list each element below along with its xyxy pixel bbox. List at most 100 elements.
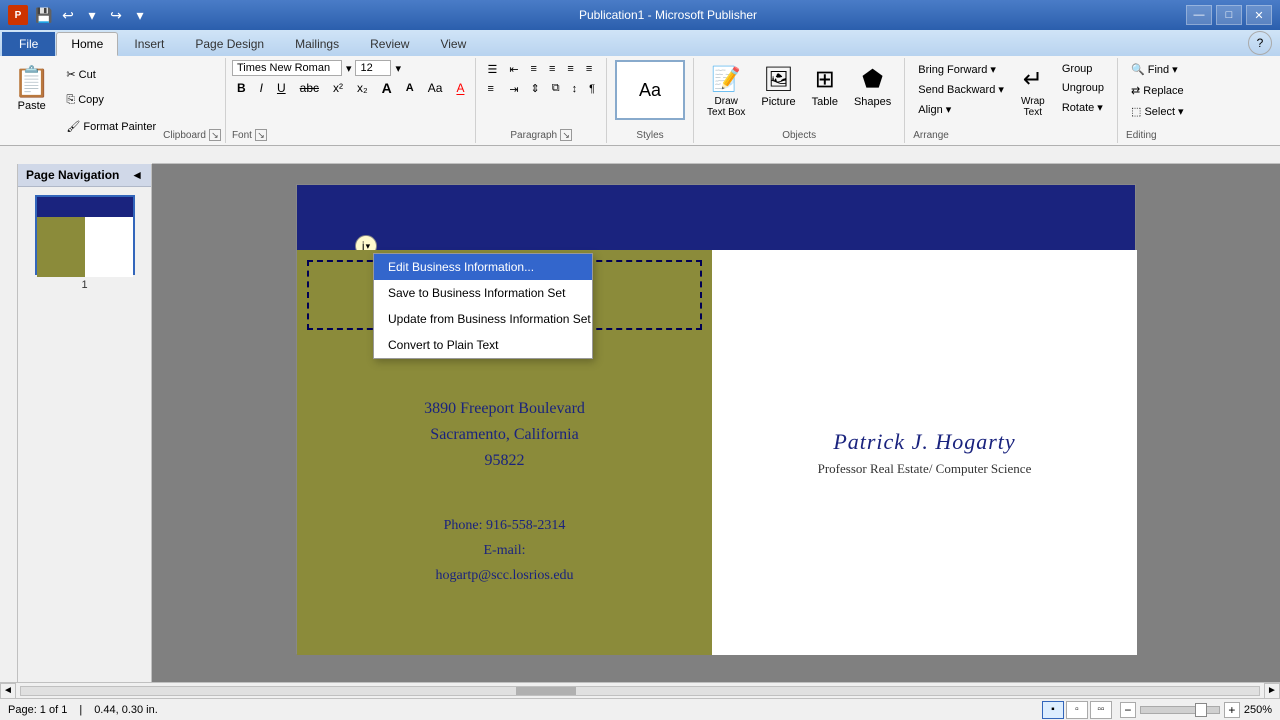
paragraph-expander[interactable]: ↘ bbox=[560, 129, 572, 141]
picture-button[interactable]: 🖼 Picture bbox=[754, 60, 802, 113]
bullet-list-button[interactable]: ☰ bbox=[482, 60, 502, 79]
master-view-button[interactable]: ▫ bbox=[1066, 701, 1088, 719]
close-button[interactable]: ✕ bbox=[1246, 5, 1272, 25]
tab-insert[interactable]: Insert bbox=[119, 32, 179, 56]
shrink-font-button[interactable]: A bbox=[401, 80, 419, 96]
restore-button[interactable]: □ bbox=[1216, 5, 1242, 25]
ribbon: 📋 Paste ✂ Cut ⎘ Copy 🖌 Format Painter Cl… bbox=[0, 56, 1280, 146]
window-controls: — □ ✕ bbox=[1186, 5, 1272, 25]
increase-indent-button[interactable]: ⇥ bbox=[504, 80, 523, 99]
zoom-thumb[interactable] bbox=[1195, 703, 1207, 717]
scroll-right-button[interactable]: ► bbox=[1264, 683, 1280, 699]
save-business-info-item[interactable]: Save to Business Information Set bbox=[374, 280, 592, 306]
title-bar: P 💾 ↩ ▾ ↪ ▾ Publication1 - Microsoft Pub… bbox=[0, 0, 1280, 30]
tab-mailings[interactable]: Mailings bbox=[280, 32, 354, 56]
undo-button[interactable]: ↩ bbox=[58, 5, 78, 25]
styles-button[interactable]: Aa bbox=[615, 60, 685, 120]
wrap-text-button[interactable]: ↵ WrapText bbox=[1013, 60, 1053, 123]
line-spacing-button[interactable]: ↕ bbox=[567, 79, 583, 98]
strikethrough-button[interactable]: abc bbox=[295, 79, 324, 97]
save-button[interactable]: 💾 bbox=[34, 5, 54, 25]
shapes-button[interactable]: ⬟ Shapes bbox=[847, 60, 898, 113]
redo-button[interactable]: ↪ bbox=[106, 5, 126, 25]
align-left-button[interactable]: ≡ bbox=[526, 60, 542, 78]
zoom-out-button[interactable]: − bbox=[1120, 702, 1136, 718]
group-button[interactable]: Group bbox=[1057, 60, 1109, 78]
scroll-left-button[interactable]: ◄ bbox=[0, 683, 16, 699]
page-right-section: Patrick J. Hogarty Professor Real Estate… bbox=[712, 250, 1137, 655]
replace-button[interactable]: ⇄ Replace bbox=[1126, 81, 1189, 100]
zoom-in-button[interactable]: + bbox=[1224, 702, 1240, 718]
tab-view[interactable]: View bbox=[425, 32, 481, 56]
replace-icon: ⇄ bbox=[1131, 84, 1140, 97]
clipboard-sub: ✂ Cut ⎘ Copy 🖌 Format Painter bbox=[59, 60, 163, 141]
column-button[interactable]: ⧉ bbox=[547, 79, 565, 98]
justify-button[interactable]: ≡ bbox=[581, 60, 597, 78]
vertical-ruler bbox=[0, 164, 18, 682]
tab-review[interactable]: Review bbox=[355, 32, 424, 56]
table-button[interactable]: ⊞ Table bbox=[805, 60, 845, 113]
send-backward-button[interactable]: Send Backward ▾ bbox=[913, 80, 1009, 99]
tab-file[interactable]: File bbox=[2, 32, 55, 56]
font-name-dropdown[interactable]: ▾ bbox=[346, 62, 352, 75]
align-right-button[interactable]: ≡ bbox=[562, 60, 578, 78]
zoom-control: − + 250% bbox=[1120, 702, 1272, 718]
scroll-thumb[interactable] bbox=[516, 687, 576, 695]
select-button[interactable]: ⬚ Select ▾ bbox=[1126, 102, 1189, 121]
tab-page-design[interactable]: Page Design bbox=[180, 32, 279, 56]
bold-button[interactable]: B bbox=[232, 79, 251, 97]
format-painter-button[interactable]: 🖌 Format Painter bbox=[61, 117, 161, 136]
font-name-input[interactable] bbox=[232, 60, 342, 76]
paste-icon: 📋 bbox=[13, 65, 50, 100]
font-size-input[interactable] bbox=[355, 60, 391, 76]
show-hide-button[interactable]: ¶ bbox=[584, 79, 600, 98]
contact-block: Phone: 916-558-2314 E-mail: hogartp@scc.… bbox=[435, 513, 573, 589]
two-page-view-button[interactable]: ▫▫ bbox=[1090, 701, 1112, 719]
underline-button[interactable]: U bbox=[272, 79, 291, 97]
font-expander[interactable]: ↘ bbox=[255, 129, 267, 141]
help-button[interactable]: ? bbox=[1248, 31, 1272, 55]
superscript-button[interactable]: x² bbox=[328, 79, 348, 97]
cut-button[interactable]: ✂ Cut bbox=[61, 65, 161, 84]
edit-business-info-item[interactable]: Edit Business Information... bbox=[374, 254, 592, 280]
change-case-button[interactable]: Aa bbox=[423, 79, 448, 97]
align-button[interactable]: Align ▾ bbox=[913, 100, 1009, 119]
numbered-list-button[interactable]: ≡ bbox=[482, 80, 502, 98]
objects-group-label: Objects bbox=[782, 128, 816, 141]
update-business-info-item[interactable]: Update from Business Information Set bbox=[374, 306, 592, 332]
draw-text-box-button[interactable]: 📝 DrawText Box bbox=[700, 60, 752, 123]
decrease-indent-button[interactable]: ⇤ bbox=[504, 60, 523, 79]
zoom-slider[interactable] bbox=[1140, 706, 1220, 714]
position-info: 0.44, 0.30 in. bbox=[94, 704, 158, 716]
status-bar: Page: 1 of 1 | 0.44, 0.30 in. ▪ ▫ ▫▫ − +… bbox=[0, 698, 1280, 720]
rotate-button[interactable]: Rotate ▾ bbox=[1057, 98, 1109, 117]
font-color-button[interactable]: A bbox=[451, 79, 469, 97]
page-thumbnail[interactable] bbox=[35, 195, 135, 275]
subscript-button[interactable]: x₂ bbox=[352, 79, 373, 97]
clipboard-expander[interactable]: ↘ bbox=[209, 129, 221, 141]
scroll-track[interactable] bbox=[20, 686, 1260, 696]
quick-access-dropdown[interactable]: ▾ bbox=[130, 5, 150, 25]
sidebar-collapse-button[interactable]: ◄ bbox=[131, 168, 143, 182]
find-button[interactable]: 🔍 Find ▾ bbox=[1126, 60, 1189, 79]
styles-group-label: Styles bbox=[636, 128, 663, 141]
copy-button[interactable]: ⎘ Copy bbox=[61, 91, 161, 110]
canvas-area[interactable]: i ▾ Edit Business Information... Save to… bbox=[152, 164, 1280, 682]
text-direction-button[interactable]: ⇕ bbox=[526, 79, 545, 98]
table-icon: ⊞ bbox=[815, 65, 835, 94]
bring-forward-button[interactable]: Bring Forward ▾ bbox=[913, 60, 1009, 79]
thumb-right bbox=[85, 217, 133, 277]
undo-dropdown[interactable]: ▾ bbox=[82, 5, 102, 25]
italic-button[interactable]: I bbox=[255, 79, 268, 97]
align-center-button[interactable]: ≡ bbox=[544, 60, 560, 78]
font-size-dropdown[interactable]: ▾ bbox=[395, 62, 401, 75]
tab-home[interactable]: Home bbox=[56, 32, 118, 56]
wrap-text-label: WrapText bbox=[1021, 96, 1045, 118]
ungroup-button[interactable]: Ungroup bbox=[1057, 79, 1109, 97]
convert-plain-text-item[interactable]: Convert to Plain Text bbox=[374, 332, 592, 358]
normal-view-button[interactable]: ▪ bbox=[1042, 701, 1064, 719]
grow-font-button[interactable]: A bbox=[377, 78, 397, 98]
thumb-top bbox=[37, 197, 133, 217]
minimize-button[interactable]: — bbox=[1186, 5, 1212, 25]
paste-button[interactable]: 📋 Paste bbox=[4, 60, 59, 141]
